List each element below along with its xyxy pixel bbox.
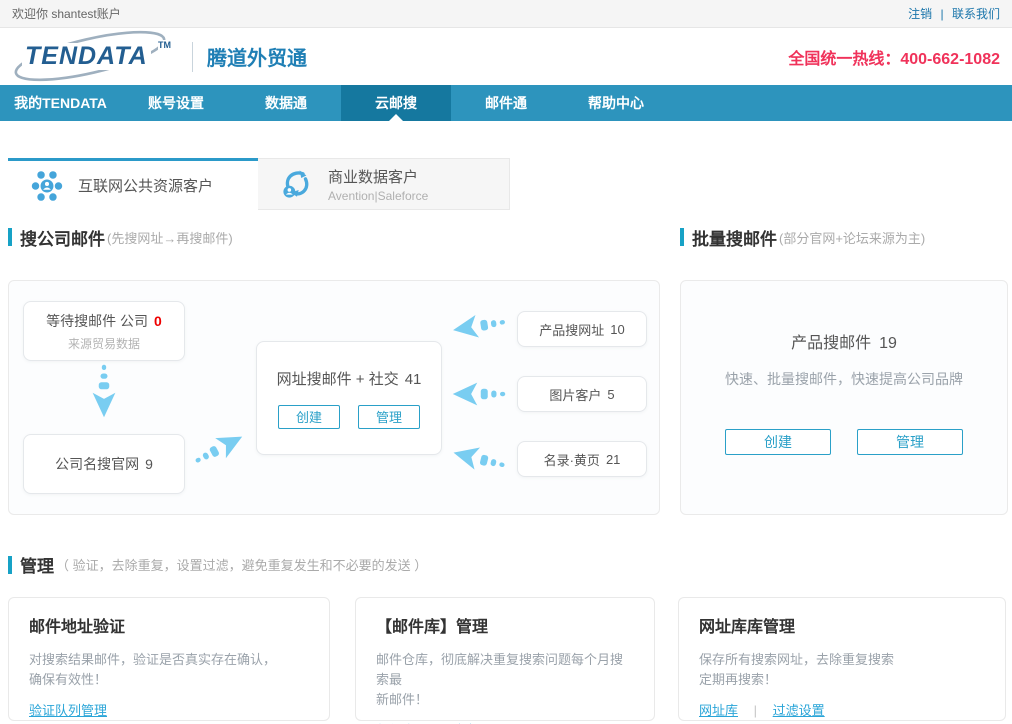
company-name-search-box[interactable]: 公司名搜官网 9 bbox=[23, 434, 185, 494]
header: TENDATA TM 腾道外贸通 全国统一热线：400-662-1082 bbox=[0, 28, 1012, 85]
tab-business-data[interactable]: 商业数据客户 Avention|Saleforce bbox=[258, 158, 510, 210]
brand-name: 腾道外贸通 bbox=[207, 42, 307, 71]
waiting-companies-box[interactable]: 等待搜邮件 公司 0 来源贸易数据 bbox=[23, 301, 185, 361]
network-users-icon bbox=[30, 169, 64, 203]
search-company-flow-panel: 等待搜邮件 公司 0 来源贸易数据 公司名搜官网 9 网址搜邮件 + 社交 41 bbox=[8, 280, 660, 515]
arrow-up-right-icon bbox=[187, 422, 251, 477]
directory-yellowpages-box[interactable]: 名录·黄页 21 bbox=[517, 441, 647, 477]
arrow-down-icon bbox=[88, 363, 120, 419]
arrow-left-icon bbox=[449, 306, 509, 346]
section-head-manage: 管理 （ 验证，去除重复，设置过滤，避免重复发生和不必要的发送 ） bbox=[8, 552, 1012, 577]
card-desc-line: 确保有效性！ bbox=[29, 672, 107, 687]
arrow-left-icon bbox=[448, 437, 510, 482]
tab-internet-public-resources[interactable]: 互联网公共资源客户 bbox=[8, 158, 258, 210]
create-button[interactable]: 创建 bbox=[725, 429, 831, 455]
section-note: (先搜网址→再搜邮件) bbox=[107, 228, 233, 247]
url-library-card: 网址库库管理 保存所有搜索网址，去除重复搜索 定期再搜索！ 网址库 | 过滤设置 bbox=[678, 597, 1006, 721]
batch-description: 快速、批量搜邮件，快速提高公司品牌 bbox=[681, 369, 1007, 389]
section-accent-bar bbox=[8, 556, 12, 574]
url-search-email-box: 网址搜邮件 + 社交 41 创建 管理 bbox=[256, 341, 442, 455]
logo-divider bbox=[192, 42, 193, 72]
card-desc-line: 对搜索结果邮件，验证是否真实存在确认， bbox=[29, 652, 276, 667]
tab-label: 互联网公共资源客户 bbox=[78, 175, 213, 196]
email-verification-card: 邮件地址验证 对搜索结果邮件，验证是否真实存在确认， 确保有效性！ 验证队列管理 bbox=[8, 597, 330, 721]
manage-button[interactable]: 管理 bbox=[857, 429, 963, 455]
image-customer-box[interactable]: 图片客户 5 bbox=[517, 376, 647, 412]
url-search-count: 41 bbox=[405, 371, 422, 388]
source-label: 图片客户 bbox=[549, 385, 601, 404]
source-label: 名录·黄页 bbox=[544, 450, 600, 469]
url-search-label: 网址搜邮件 + 社交 bbox=[277, 371, 399, 388]
url-library-link[interactable]: 网址库 bbox=[699, 703, 738, 718]
tab-sublabel: Avention|Saleforce bbox=[328, 189, 428, 203]
main-nav: 我的TENDATA 账号设置 数据通 云邮搜 邮件通 帮助中心 bbox=[0, 85, 1012, 121]
nav-item-my-tendata[interactable]: 我的TENDATA bbox=[0, 85, 121, 121]
create-button[interactable]: 创建 bbox=[278, 405, 340, 429]
tab-label: 商业数据客户 bbox=[328, 169, 418, 186]
section-note: (部分官网+论坛来源为主) bbox=[779, 228, 925, 247]
source-label: 产品搜网址 bbox=[539, 320, 604, 339]
batch-title: 产品搜邮件 bbox=[791, 335, 871, 352]
nav-item-data-service[interactable]: 数据通 bbox=[231, 85, 341, 121]
section-head-batch-search: 批量搜邮件 (部分官网+论坛来源为主) bbox=[680, 225, 1012, 250]
verify-queue-manage-link[interactable]: 验证队列管理 bbox=[29, 703, 107, 718]
card-title: 【邮件库】管理 bbox=[376, 613, 634, 637]
topbar: 欢迎你 shantest账户 注销 | 联系我们 bbox=[0, 0, 1012, 28]
arrow-left-icon bbox=[451, 378, 507, 410]
card-desc-line: 邮件仓库，彻底解决重复搜索问题每个月搜索最 bbox=[376, 652, 623, 687]
company-search-count: 9 bbox=[145, 456, 153, 472]
logo-wordmark: TENDATA bbox=[22, 43, 151, 71]
product-search-url-box[interactable]: 产品搜网址 10 bbox=[517, 311, 647, 347]
batch-search-panel: 产品搜邮件 19 快速、批量搜邮件，快速提高公司品牌 创建 管理 bbox=[680, 280, 1008, 515]
source-count: 10 bbox=[610, 322, 624, 337]
logo-tm: TM bbox=[158, 40, 171, 50]
card-desc-line: 新邮件！ bbox=[376, 692, 428, 707]
company-search-label: 公司名搜官网 bbox=[55, 456, 139, 472]
waiting-label: 等待搜邮件 公司 bbox=[46, 313, 148, 329]
card-title: 邮件地址验证 bbox=[29, 613, 309, 637]
card-title: 网址库库管理 bbox=[699, 613, 985, 637]
section-accent-bar bbox=[680, 228, 684, 246]
nav-item-help-center[interactable]: 帮助中心 bbox=[561, 85, 671, 121]
welcome-text: 欢迎你 shantest账户 bbox=[12, 5, 121, 22]
nav-item-cloud-mail-search[interactable]: 云邮搜 bbox=[341, 85, 451, 121]
source-count: 5 bbox=[607, 387, 614, 402]
share-user-icon bbox=[280, 167, 314, 201]
section-title: 批量搜邮件 bbox=[692, 225, 777, 250]
section-accent-bar bbox=[8, 228, 12, 246]
waiting-count: 0 bbox=[154, 313, 162, 329]
batch-count: 19 bbox=[879, 335, 897, 352]
card-desc-line: 保存所有搜索网址，去除重复搜索 bbox=[699, 652, 894, 667]
section-title: 搜公司邮件 bbox=[20, 225, 105, 250]
source-count: 21 bbox=[606, 452, 620, 467]
email-library-card: 【邮件库】管理 邮件仓库，彻底解决重复搜索问题每个月搜索最 新邮件！ 邮件库 |… bbox=[355, 597, 655, 721]
logout-link[interactable]: 注销 bbox=[908, 7, 932, 21]
manage-button[interactable]: 管理 bbox=[358, 405, 420, 429]
topbar-divider: | bbox=[941, 7, 944, 21]
contact-us-link[interactable]: 联系我们 bbox=[952, 7, 1000, 21]
waiting-source-note: 来源贸易数据 bbox=[68, 335, 140, 352]
link-divider: | bbox=[754, 703, 757, 718]
filter-settings-link[interactable]: 过滤设置 bbox=[773, 703, 825, 718]
nav-item-mail-service[interactable]: 邮件通 bbox=[451, 85, 561, 121]
nav-item-account-settings[interactable]: 账号设置 bbox=[121, 85, 231, 121]
section-head-search-company: 搜公司邮件 (先搜网址→再搜邮件) bbox=[8, 225, 233, 250]
tendata-logo: TENDATA TM bbox=[12, 34, 180, 80]
section-note: （ 验证，去除重复，设置过滤，避免重复发生和不必要的发送 ） bbox=[56, 555, 427, 574]
hotline-number: 全国统一热线：400-662-1082 bbox=[788, 45, 1000, 69]
section-title: 管理 bbox=[20, 552, 54, 577]
card-desc-line: 定期再搜索！ bbox=[699, 672, 777, 687]
customer-source-tabs: 互联网公共资源客户 商业数据客户 Avention|Saleforce bbox=[8, 158, 1012, 210]
